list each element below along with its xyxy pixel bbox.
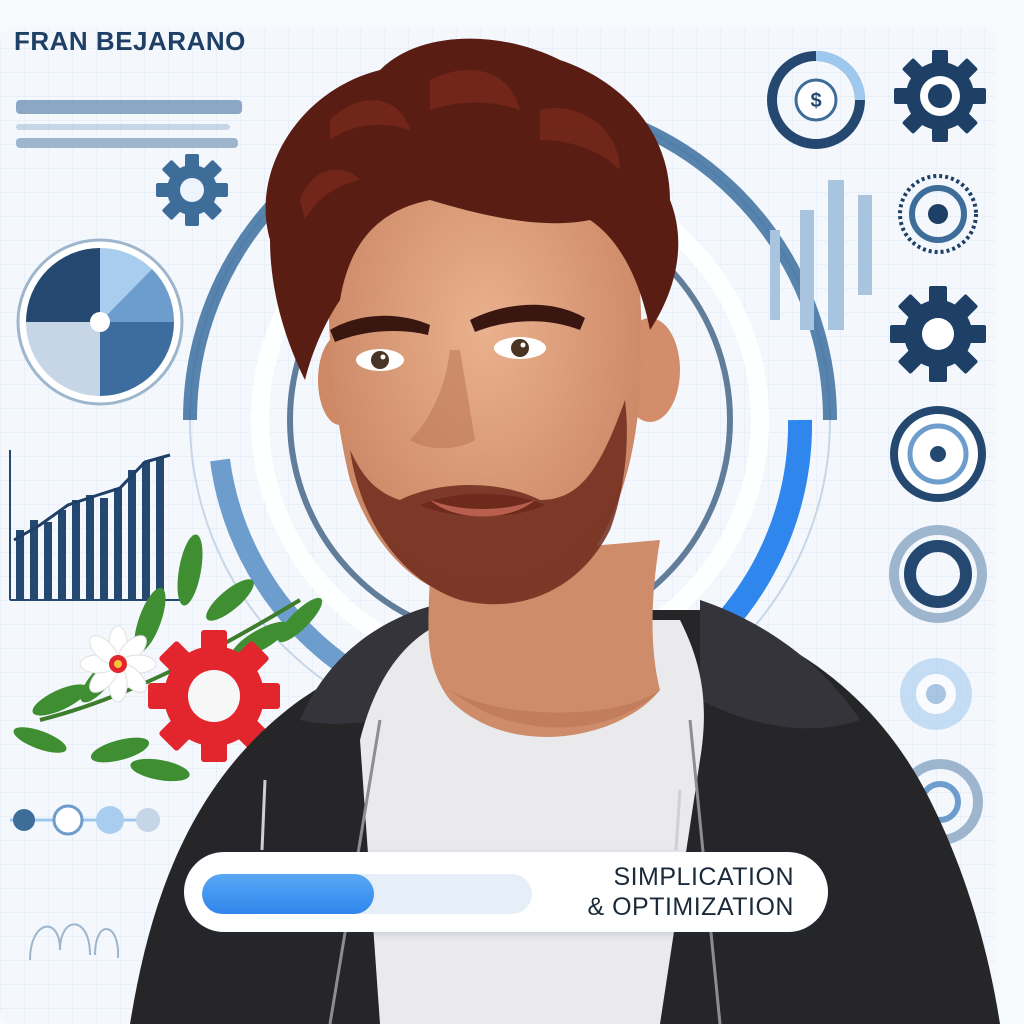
gear-icon xyxy=(156,154,228,226)
page-title: FRAN BEJARANO xyxy=(14,26,246,56)
progress-badge: SIMPLICATION & OPTIMIZATION xyxy=(184,852,828,932)
progress-track xyxy=(202,874,532,914)
gear-icon-right-2 xyxy=(890,286,986,382)
poster: $ FRAN BEJARANO SIMPLICATION & OPTIMIZAT… xyxy=(0,0,1024,1024)
flower-icon xyxy=(79,625,157,703)
gear-icon-right-1 xyxy=(894,50,986,142)
gear-icon-faded xyxy=(900,658,972,730)
badge-line1: SIMPLICATION xyxy=(613,863,794,891)
badge-line2: & OPTIMIZATION xyxy=(587,893,794,921)
menu-lines-icon xyxy=(16,100,242,148)
svg-text:$: $ xyxy=(810,90,821,112)
pie-chart-icon xyxy=(16,238,184,406)
progress-fill xyxy=(202,874,374,914)
badge-label: SIMPLICATION & OPTIMIZATION xyxy=(587,862,794,922)
ring-icon-right-3 xyxy=(890,406,986,502)
